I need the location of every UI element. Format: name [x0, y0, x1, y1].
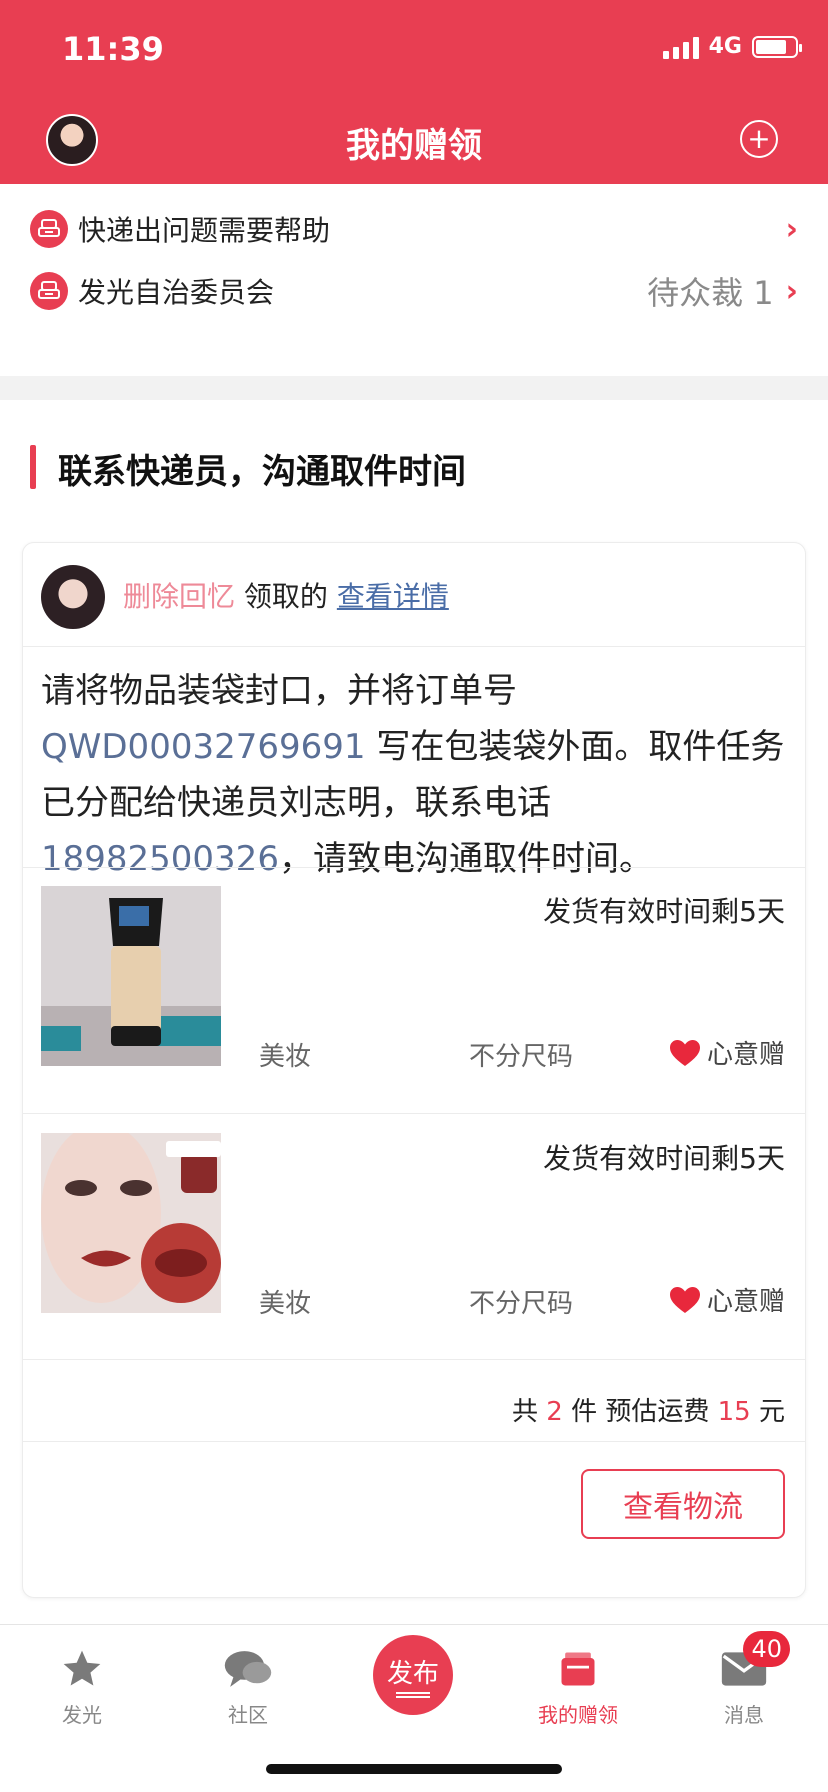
gift-type: 心意赠 [669, 1281, 785, 1318]
committee-row-content[interactable]: 发光自治委员会 待众裁 1 › [0, 246, 828, 336]
divider [23, 1113, 805, 1114]
header: 11:39 4G 我的赠领 + [0, 0, 828, 184]
card-header: 删除回忆 领取的 查看详情 [23, 543, 805, 647]
status-time: 11:39 [62, 30, 164, 68]
view-logistics-button[interactable]: 查看物流 [581, 1469, 785, 1539]
tab-my-gifts[interactable]: 我的赠领 [518, 1643, 638, 1728]
add-button[interactable]: + [740, 120, 778, 158]
tab-label: 消息 [724, 1703, 764, 1727]
battery-icon [752, 35, 802, 58]
chevron-right-icon: › [785, 273, 798, 309]
instruction-message: 请将物品装袋封口，并将订单号 QWD00032769691 写在包装袋外面。取件… [41, 663, 791, 887]
order-number: QWD00032769691 [41, 727, 366, 767]
signal-icon [662, 35, 699, 59]
divider [23, 1441, 805, 1442]
product-image-lip-tint [41, 1123, 221, 1313]
got-label: 领取的 [243, 580, 328, 613]
chevron-right-icon: › [785, 211, 798, 247]
card-header-text: 删除回忆 领取的 查看详情 [123, 575, 449, 615]
message-part: 请将物品装袋封口，并将订单号 [41, 671, 517, 711]
main-section: 联系快递员，沟通取件时间 删除回忆 领取的 查看详情 请将物品装袋封口，并将订单… [0, 400, 828, 1630]
ship-deadline: 发货有效时间剩5天 [543, 895, 785, 928]
heart-icon [669, 1286, 700, 1313]
gift-type-label: 心意赠 [706, 1287, 785, 1317]
summary-text: 件 预估运费 [562, 1397, 718, 1427]
item-count: 2 [546, 1397, 563, 1427]
item-size: 不分尺码 [469, 1289, 574, 1319]
help-row-label: 快递出问题需要帮助 [78, 214, 331, 247]
shipping-fee: 15 [717, 1397, 751, 1427]
order-card: 删除回忆 领取的 查看详情 请将物品装袋封口，并将订单号 QWD00032769… [22, 542, 806, 1598]
tab-label: 我的赠领 [538, 1703, 618, 1727]
committee-row-label: 发光自治委员会 [78, 276, 275, 309]
page-title: 我的赠领 [346, 126, 482, 166]
message-badge: 40 [743, 1631, 790, 1667]
gift-type: 心意赠 [669, 1034, 785, 1071]
order-summary: 共 2 件 预估运费 15 元 [512, 1391, 785, 1428]
item-category: 美妆 [259, 1042, 312, 1072]
tab-faguang[interactable]: 发光 [22, 1643, 142, 1728]
item-category: 美妆 [259, 1289, 312, 1319]
list-item[interactable]: 发货有效时间剩5天 美妆 不分尺码 心意赠 [23, 1115, 805, 1361]
tab-community[interactable]: 社区 [188, 1643, 308, 1728]
help-row-right: › [786, 212, 798, 247]
publish-button[interactable]: 发布 [373, 1635, 453, 1715]
summary-text: 共 [512, 1397, 547, 1427]
section-accent-bar [30, 445, 36, 489]
product-image-foundation [41, 886, 221, 1066]
chat-icon [188, 1643, 308, 1695]
view-detail-link[interactable]: 查看详情 [337, 580, 449, 613]
committee-row-right: 待众裁 1 › [647, 268, 798, 314]
gift-box-icon [518, 1643, 638, 1695]
tab-messages[interactable]: 消息 40 [684, 1631, 804, 1728]
publish-label: 发布 [386, 1658, 439, 1689]
item-size: 不分尺码 [469, 1042, 574, 1072]
pending-count: 待众裁 1 [647, 274, 774, 312]
summary-text: 元 [750, 1397, 785, 1427]
heart-icon [669, 1039, 700, 1066]
network-label: 4G [708, 34, 742, 59]
star-icon [22, 1643, 142, 1695]
list-item[interactable]: 发货有效时间剩5天 美妆 不分尺码 心意赠 [23, 868, 805, 1114]
tab-label: 发光 [62, 1703, 102, 1727]
gift-type-label: 心意赠 [706, 1040, 785, 1070]
section-title: 联系快递员，沟通取件时间 [58, 452, 466, 492]
tab-label: 社区 [228, 1703, 268, 1727]
courier-icon [30, 272, 68, 310]
user-avatar[interactable] [41, 565, 105, 629]
publish-icon [396, 1691, 430, 1698]
divider [23, 1359, 805, 1360]
ship-deadline: 发货有效时间剩5天 [543, 1142, 785, 1175]
status-icons: 4G [662, 34, 802, 59]
home-indicator [266, 1764, 562, 1774]
courier-icon [30, 210, 68, 248]
user-name[interactable]: 删除回忆 [123, 580, 235, 613]
